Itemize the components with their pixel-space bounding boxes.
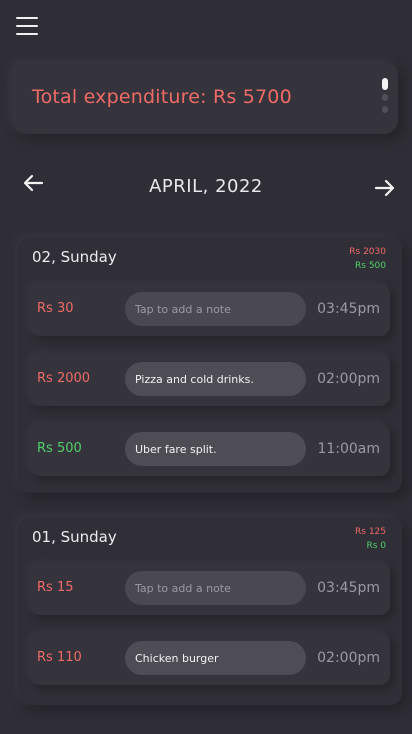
transaction-amount: Rs 110 <box>37 650 82 665</box>
transaction-time: 03:45pm <box>317 301 380 317</box>
transaction-row[interactable]: Rs 15 03:45pm <box>30 563 390 615</box>
note-input[interactable] <box>125 432 306 466</box>
note-input[interactable] <box>125 362 306 396</box>
day-title: 02, Sunday <box>32 248 117 266</box>
transaction-amount: Rs 30 <box>37 301 74 316</box>
day-card: 01, Sunday Rs 125 Rs 0 Rs 15 03:45pm Rs … <box>18 517 402 705</box>
transaction-row[interactable]: Rs 30 03:45pm <box>30 284 390 336</box>
transaction-row[interactable]: Rs 110 02:00pm <box>30 633 390 685</box>
hamburger-menu-icon[interactable] <box>16 17 38 37</box>
note-input[interactable] <box>125 292 306 326</box>
transaction-time: 03:45pm <box>317 580 380 596</box>
day-income-total: Rs 500 <box>355 261 386 271</box>
transaction-amount: Rs 15 <box>37 580 74 595</box>
note-input[interactable] <box>125 571 306 605</box>
arrow-right-icon[interactable] <box>372 175 398 201</box>
note-input[interactable] <box>125 641 306 675</box>
expense-app: Total expenditure: Rs 5700 APRIL, 2022 0… <box>0 0 412 734</box>
total-expenditure-text: Total expenditure: Rs 5700 <box>32 86 292 108</box>
day-card: 02, Sunday Rs 2030 Rs 500 Rs 30 03:45pm … <box>18 237 402 493</box>
transaction-amount: Rs 2000 <box>37 371 91 386</box>
month-label: APRIL, 2022 <box>149 176 263 197</box>
day-income-total: Rs 0 <box>366 541 386 551</box>
transaction-row[interactable]: Rs 2000 02:00pm <box>30 354 390 406</box>
kebab-menu-icon[interactable] <box>380 78 390 118</box>
transaction-time: 02:00pm <box>317 650 380 666</box>
total-expenditure-card: Total expenditure: Rs 5700 <box>12 62 398 134</box>
day-summary: Rs 125 Rs 0 <box>355 525 386 553</box>
month-navigation: APRIL, 2022 <box>0 170 412 202</box>
transaction-amount: Rs 500 <box>37 441 82 456</box>
day-summary: Rs 2030 Rs 500 <box>349 245 386 273</box>
transaction-time: 11:00am <box>317 441 380 457</box>
transaction-row[interactable]: Rs 500 11:00am <box>30 424 390 476</box>
day-expense-total: Rs 125 <box>355 527 386 537</box>
day-title: 01, Sunday <box>32 528 117 546</box>
day-expense-total: Rs 2030 <box>349 247 386 257</box>
transaction-time: 02:00pm <box>317 371 380 387</box>
